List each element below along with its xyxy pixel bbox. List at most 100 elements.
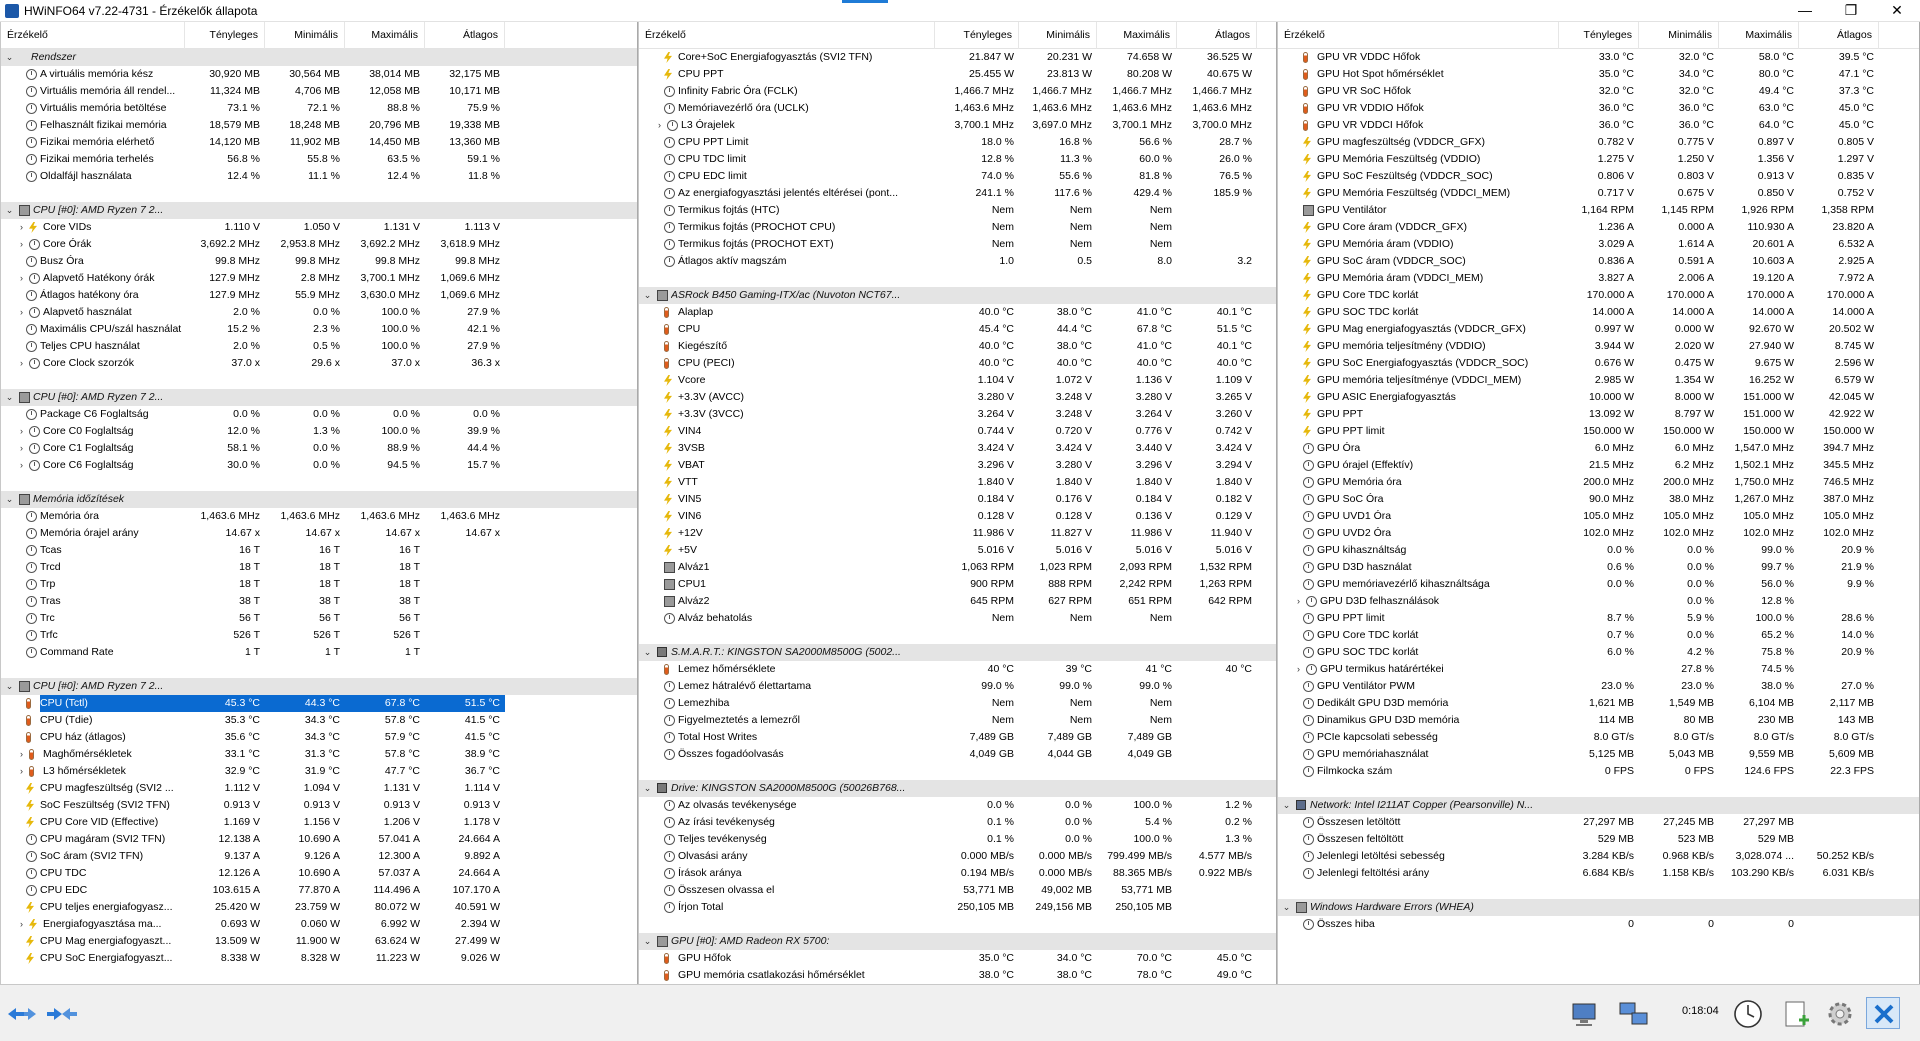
sensor-row[interactable]: GPU SoC Energiafogyasztás (VDDCR_SOC) 0.6…	[1278, 355, 1919, 372]
sensor-row[interactable]: SoC Feszültség (SVI2 TFN) 0.913 V 0.913 V 0…	[1, 797, 637, 814]
expand-icon[interactable]: ›	[17, 767, 26, 776]
sensor-group-header[interactable]: ⌄ Drive: KINGSTON SA2000M8500G (50026B768…	[639, 780, 1276, 797]
sensor-row[interactable]: Lemezhiba Nem Nem Nem	[639, 695, 1276, 712]
sensor-pane-1[interactable]: Érzékelő Tényleges Minimális Maximális Átlag…	[0, 22, 638, 984]
sensor-row[interactable]: CPU EDC 103.615 A 77.870 A 114.496 A 107.170…	[1, 882, 637, 899]
sensor-row[interactable]: GPU SoC Feszültség (VDDCR_SOC) 0.806 V 0.8…	[1278, 168, 1919, 185]
sensor-row[interactable]: Tras 38 T 38 T 38 T	[1, 593, 637, 610]
sensor-row[interactable]: GPU Core TDC korlát 0.7 % 0.0 % 65.2 % 14.0 …	[1278, 627, 1919, 644]
sensor-row[interactable]: Alváz2 645 RPM 627 RPM 651 RPM 642 RPM	[639, 593, 1276, 610]
sensor-row[interactable]: Memória óra 1,463.6 MHz 1,463.6 MHz 1,463.6…	[1, 508, 637, 525]
sensor-row[interactable]: Jelenlegi feltöltési arány 6.684 KB/s 1.15…	[1278, 865, 1919, 882]
sensor-row[interactable]: GPU órajel (Effektív) 21.5 MHz 6.2 MHz 1,50…	[1278, 457, 1919, 474]
sensor-row[interactable]: Vcore 1.104 V 1.072 V 1.136 V 1.109 V	[639, 372, 1276, 389]
sensor-row[interactable]: › GPU termikus határértékei 27.8 % 74.5 %	[1278, 661, 1919, 678]
sensor-row[interactable]: GPU SOC TDC korlát 14.000 A 14.000 A 14.000…	[1278, 304, 1919, 321]
network-connections-button[interactable]	[1616, 997, 1650, 1029]
column-header-max[interactable]: Maximális	[1719, 22, 1799, 49]
sensor-row[interactable]: CPU PPT 25.455 W 23.813 W 80.208 W 40.675 W	[639, 66, 1276, 83]
sensor-row[interactable]: Teljes CPU használat 2.0 % 0.5 % 100.0 % 27.…	[1, 338, 637, 355]
sensor-row[interactable]: +5V 5.016 V 5.016 V 5.016 V 5.016 V	[639, 542, 1276, 559]
collapse-icon[interactable]: ⌄	[5, 682, 14, 691]
sensor-row[interactable]: VIN5 0.184 V 0.176 V 0.184 V 0.182 V	[639, 491, 1276, 508]
sensor-row[interactable]: › L3 hőmérsékletek 32.9 °C 31.9 °C 47.7 °C 36…	[1, 763, 637, 780]
sensor-row[interactable]: GPU Mag energiafogyasztás (VDDCR_GFX) 0.9…	[1278, 321, 1919, 338]
sensor-row[interactable]: Oldalfájl használata 12.4 % 11.1 % 12.4 % 11…	[1, 168, 637, 185]
sensor-row[interactable]: Termikus fojtás (PROCHOT EXT) Nem Nem Nem	[639, 236, 1276, 253]
sensor-row[interactable]: Tcas 16 T 16 T 16 T	[1, 542, 637, 559]
sensor-row[interactable]: CPU (Tctl) 45.3 °C 44.3 °C 67.8 °C 51.5 °C	[1, 695, 637, 712]
sensor-row[interactable]: GPU UVD1 Óra 105.0 MHz 105.0 MHz 105.0 MHz 1…	[1278, 508, 1919, 525]
column-header-max[interactable]: Maximális	[345, 22, 425, 49]
column-header-min[interactable]: Minimális	[265, 22, 345, 49]
clock-button[interactable]	[1730, 997, 1764, 1029]
sensor-row[interactable]: Figyelmeztetés a lemezről Nem Nem Nem	[639, 712, 1276, 729]
sensor-row[interactable]: CPU Mag energiafogyaszt... 13.509 W 11.900…	[1, 933, 637, 950]
sensor-row[interactable]: GPU PPT limit 150.000 W 150.000 W 150.000 W…	[1278, 423, 1919, 440]
sensor-row[interactable]: Command Rate 1 T 1 T 1 T	[1, 644, 637, 661]
sensor-row[interactable]: CPU SoC Energiafogyaszt... 8.338 W 8.328 W…	[1, 950, 637, 967]
sensor-row[interactable]: CPU1 900 RPM 888 RPM 2,242 RPM 1,263 RPM	[639, 576, 1276, 593]
sensor-row[interactable]: GPU Memória Feszültség (VDDIO) 1.275 V 1.2…	[1278, 151, 1919, 168]
sensor-row[interactable]: GPU SoC áram (VDDCR_SOC) 0.836 A 0.591 A 10…	[1278, 253, 1919, 270]
sensor-row[interactable]: Dedikált GPU D3D memória 1,621 MB 1,549 MB…	[1278, 695, 1919, 712]
sensor-row[interactable]: CPU 45.4 °C 44.4 °C 67.8 °C 51.5 °C	[639, 321, 1276, 338]
sensor-row[interactable]: SoC áram (SVI2 TFN) 9.137 A 9.126 A 12.300 …	[1, 848, 637, 865]
sensor-pane-2[interactable]: Érzékelő Tényleges Minimális Maximális Átlag…	[638, 22, 1277, 984]
sensor-group-header[interactable]: ⌄ CPU [#0]: AMD Ryzen 7 2...	[1, 389, 637, 406]
sensor-row[interactable]: Termikus fojtás (HTC) Nem Nem Nem	[639, 202, 1276, 219]
sensor-row[interactable]: Kiegészítő 40.0 °C 38.0 °C 41.0 °C 40.1 °C	[639, 338, 1276, 355]
monitor-network-button[interactable]	[1566, 997, 1600, 1029]
sensor-row[interactable]: Virtuális memória áll rendel... 11,324 MB…	[1, 83, 637, 100]
sensor-row[interactable]: › Energiafogyasztása ma... 0.693 W 0.060 W 6…	[1, 916, 637, 933]
sensor-row[interactable]: Memória órajel arány 14.67 x 14.67 x 14.67 …	[1, 525, 637, 542]
sensor-row[interactable]: Összesen feltöltött 529 MB 523 MB 529 MB	[1278, 831, 1919, 848]
sensor-row[interactable]: Összesen olvassa el 53,771 MB 49,002 MB 53,…	[639, 882, 1276, 899]
sensor-row[interactable]: Filmkocka szám 0 FPS 0 FPS 124.6 FPS 22.3 FP…	[1278, 763, 1919, 780]
sensor-row[interactable]: Lemez hátralévő élettartama 99.0 % 99.0 % 9…	[639, 678, 1276, 695]
sensor-row[interactable]: Infinity Fabric Óra (FCLK) 1,466.7 MHz 1,4…	[639, 83, 1276, 100]
sensor-row[interactable]: Az olvasás tevékenysége 0.0 % 0.0 % 100.0 %…	[639, 797, 1276, 814]
sensor-row[interactable]: GPU magfeszültség (VDDCR_GFX) 0.782 V 0.77…	[1278, 134, 1919, 151]
sensor-row[interactable]: GPU Core TDC korlát 170.000 A 170.000 A 170…	[1278, 287, 1919, 304]
sensor-group-header[interactable]: ⌄ CPU [#0]: AMD Ryzen 7 2...	[1, 678, 637, 695]
collapse-icon[interactable]: ⌄	[643, 784, 652, 793]
sensor-group-header[interactable]: ⌄ CPU [#0]: AMD Ryzen 7 2...	[1, 202, 637, 219]
sensor-row[interactable]: GPU Óra 6.0 MHz 6.0 MHz 1,547.0 MHz 394.7 MH…	[1278, 440, 1919, 457]
sensor-row[interactable]: Alaplap 40.0 °C 38.0 °C 41.0 °C 40.1 °C	[639, 304, 1276, 321]
sensor-row[interactable]: Maximális CPU/szál használat 15.2 % 2.3 % 1…	[1, 321, 637, 338]
collapse-icon[interactable]: ⌄	[643, 648, 652, 657]
sensor-row[interactable]: GPU memória teljesítménye (VDDCI_MEM) 2.9…	[1278, 372, 1919, 389]
sensor-row[interactable]: A virtuális memória kész 30,920 MB 30,564 …	[1, 66, 637, 83]
sensor-row[interactable]: CPU TDC limit 12.8 % 11.3 % 60.0 % 26.0 %	[639, 151, 1276, 168]
sensor-row[interactable]: GPU Ventilátor 1,164 RPM 1,145 RPM 1,926 RP…	[1278, 202, 1919, 219]
sensor-row[interactable]: GPU Memória áram (VDDIO) 3.029 A 1.614 A 20…	[1278, 236, 1919, 253]
sensor-row[interactable]: GPU SoC Óra 90.0 MHz 38.0 MHz 1,267.0 MHz 38…	[1278, 491, 1919, 508]
sensor-row[interactable]: GPU Hőfok 35.0 °C 34.0 °C 70.0 °C 45.0 °C	[639, 950, 1276, 967]
sensor-row[interactable]: +3.3V (AVCC) 3.280 V 3.248 V 3.280 V 3.265 V	[639, 389, 1276, 406]
sensor-row[interactable]: Alváz1 1,063 RPM 1,023 RPM 2,093 RPM 1,532 R…	[639, 559, 1276, 576]
sensor-row[interactable]: › GPU D3D felhasználások 0.0 % 12.8 %	[1278, 593, 1919, 610]
sensor-group-header[interactable]: ⌄ GPU [#0]: AMD Radeon RX 5700:	[639, 933, 1276, 950]
sensor-row[interactable]: Átlagos aktív magszám 1.0 0.5 8.0 3.2	[639, 253, 1276, 270]
sensor-group-header[interactable]: ⌄ ASRock B450 Gaming-ITX/ac (Nuvoton NCT6…	[639, 287, 1276, 304]
sensor-row[interactable]: Alváz behatolás Nem Nem Nem	[639, 610, 1276, 627]
column-header-current[interactable]: Tényleges	[1559, 22, 1639, 49]
collapse-icon[interactable]: ⌄	[5, 393, 14, 402]
expand-icon[interactable]: ›	[17, 444, 26, 453]
expand-icon[interactable]: ›	[17, 240, 26, 249]
sensor-row[interactable]: CPU TDC 12.126 A 10.690 A 57.037 A 24.664 A	[1, 865, 637, 882]
sensor-row[interactable]: Core+SoC Energiafogyasztás (SVI2 TFN) 21.…	[639, 49, 1276, 66]
sensor-row[interactable]: Total Host Writes 7,489 GB 7,489 GB 7,489 G…	[639, 729, 1276, 746]
sensor-group-header[interactable]: ⌄ Memória időzítések	[1, 491, 637, 508]
sensor-row[interactable]: Virtuális memória betöltése 73.1 % 72.1 % 8…	[1, 100, 637, 117]
sensor-row[interactable]: GPU Memória óra 200.0 MHz 200.0 MHz 1,750.0…	[1278, 474, 1919, 491]
sensor-row[interactable]: Trcd 18 T 18 T 18 T	[1, 559, 637, 576]
sensor-row[interactable]: CPU (PECI) 40.0 °C 40.0 °C 40.0 °C 40.0 °C	[639, 355, 1276, 372]
collapse-icon[interactable]: ⌄	[1282, 903, 1291, 912]
sensor-group-header[interactable]: ⌄ Rendszer	[1, 49, 637, 66]
settings-button[interactable]	[1822, 997, 1856, 1029]
collapse-icon[interactable]: ⌄	[643, 291, 652, 300]
sensor-row[interactable]: Trfc 526 T 526 T 526 T	[1, 627, 637, 644]
column-header-min[interactable]: Minimális	[1019, 22, 1097, 49]
